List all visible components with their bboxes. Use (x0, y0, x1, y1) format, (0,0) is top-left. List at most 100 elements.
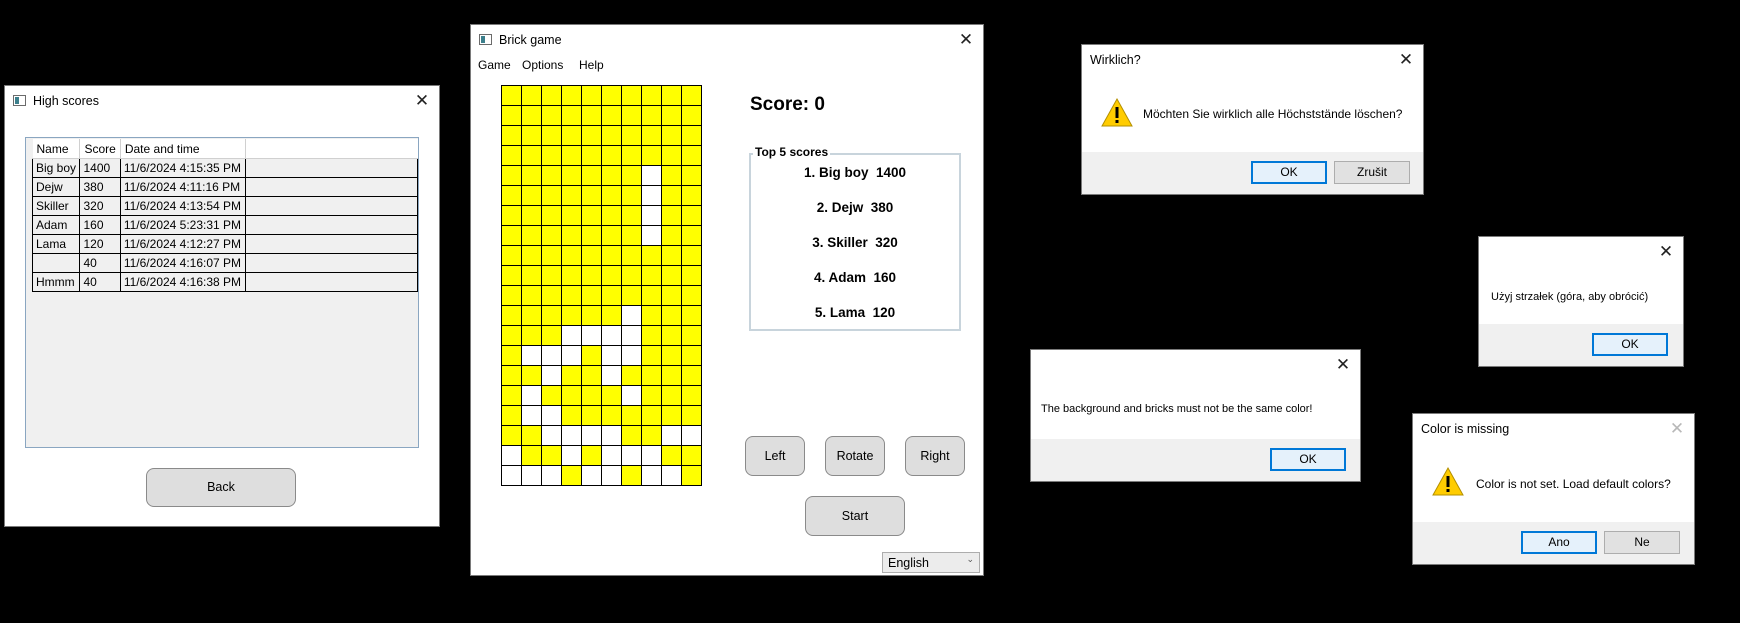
cancel-button[interactable]: Zrušit (1334, 161, 1410, 184)
brick-cell (682, 306, 702, 326)
app-icon (13, 95, 26, 106)
rotate-button[interactable]: Rotate (825, 436, 885, 476)
brick-cell (662, 366, 682, 386)
brick-cell (522, 366, 542, 386)
date-cell: 11/6/2024 4:11:16 PM (119, 177, 246, 197)
language-select[interactable]: English ⌄ (882, 552, 980, 573)
brick-cell (582, 346, 602, 366)
table-row[interactable]: Lama 120 11/6/2024 4:12:27 PM (31, 234, 419, 254)
brick-cell (622, 186, 642, 206)
brick-cell (622, 146, 642, 166)
close-icon[interactable]: ✕ (1395, 49, 1417, 71)
start-button[interactable]: Start (805, 496, 905, 536)
close-icon[interactable]: ✕ (1655, 241, 1677, 263)
close-icon[interactable]: ✕ (1332, 354, 1354, 376)
brick-cell (582, 226, 602, 246)
brick-cell (562, 386, 582, 406)
table-row[interactable]: 40 11/6/2024 4:16:07 PM (31, 253, 419, 273)
right-button[interactable]: Right (905, 436, 965, 476)
brick-cell (622, 246, 642, 266)
ok-button[interactable]: OK (1270, 448, 1346, 471)
brick-cell (642, 326, 662, 346)
close-icon[interactable]: ✕ (411, 90, 433, 112)
filler-cell (244, 215, 419, 235)
brick-cell (642, 126, 662, 146)
brick-cell (682, 346, 702, 366)
brick-cell (622, 266, 642, 286)
brick-cell (542, 186, 562, 206)
brick-cell (682, 86, 702, 106)
top5-entry-2: 2. Dejw 380 (816, 200, 894, 215)
brick-cell (662, 326, 682, 346)
score-cell: 40 (79, 253, 121, 273)
brick-cell (682, 126, 702, 146)
table-header-row: Name Score Date and time (32, 139, 418, 159)
brick-cell (622, 286, 642, 306)
brick-cell (642, 366, 662, 386)
brick-cell (662, 206, 682, 226)
brick-cell (542, 446, 562, 466)
brick-cell (502, 166, 522, 186)
score-cell: 160 (79, 215, 121, 235)
brick-cell (622, 226, 642, 246)
empty-cell (502, 466, 522, 486)
brick-cell (622, 466, 642, 486)
brick-game-window: Brick game ✕ Game Options Help Score: 0 … (470, 24, 984, 576)
column-header-score[interactable]: Score (79, 139, 121, 159)
empty-cell (662, 466, 682, 486)
brick-cell (582, 406, 602, 426)
left-button[interactable]: Left (745, 436, 805, 476)
table-row[interactable]: Skiller 320 11/6/2024 4:13:54 PM (31, 196, 419, 216)
no-button[interactable]: Ne (1604, 531, 1680, 554)
back-button[interactable]: Back (146, 468, 296, 507)
brick-cell (562, 266, 582, 286)
brick-cell (582, 186, 602, 206)
brick-cell (682, 186, 702, 206)
name-cell (31, 253, 81, 273)
date-cell: 11/6/2024 4:13:54 PM (119, 196, 246, 216)
ok-button[interactable]: OK (1592, 333, 1668, 356)
empty-cell (642, 206, 662, 226)
empty-cell (602, 326, 622, 346)
brick-cell (682, 466, 702, 486)
brick-cell (602, 286, 622, 306)
ok-button[interactable]: OK (1251, 161, 1327, 184)
brick-cell (662, 446, 682, 466)
filler-cell (244, 158, 419, 178)
brick-cell (502, 266, 522, 286)
dialog-message: Möchten Sie wirklich alle Höchststände l… (1143, 107, 1403, 121)
table-row[interactable]: Adam 160 11/6/2024 5:23:31 PM (31, 215, 419, 235)
brick-cell (542, 126, 562, 146)
table-row[interactable]: Dejw 380 11/6/2024 4:11:16 PM (31, 177, 419, 197)
menu-item-options[interactable]: Options (522, 58, 563, 72)
filler-cell (244, 253, 419, 273)
dialog-titlebar: Wirklich? ✕ (1082, 45, 1423, 75)
menu-item-game[interactable]: Game (478, 58, 511, 72)
brick-cell (562, 106, 582, 126)
brick-cell (562, 246, 582, 266)
brick-cell (602, 406, 622, 426)
brick-cell (502, 406, 522, 426)
yes-button[interactable]: Ano (1521, 531, 1597, 554)
brick-cell (562, 166, 582, 186)
brick-cell (562, 406, 582, 426)
high-scores-titlebar: High scores ✕ (5, 86, 439, 116)
brick-cell (622, 406, 642, 426)
column-header-date[interactable]: Date and time (120, 139, 246, 159)
table-row[interactable]: Hmmm 40 11/6/2024 4:16:38 PM (31, 272, 419, 292)
menu-item-help[interactable]: Help (579, 58, 604, 72)
brick-cell (622, 106, 642, 126)
column-header-filler (245, 139, 418, 159)
brick-cell (562, 86, 582, 106)
brick-cell (522, 86, 542, 106)
chevron-down-icon: ⌄ (966, 554, 974, 564)
dialog-footer: OK Zrušit (1082, 152, 1423, 194)
close-icon[interactable]: ✕ (955, 29, 977, 51)
dialog-title: Color is missing (1421, 422, 1510, 436)
brick-cell (542, 246, 562, 266)
brick-cell (562, 206, 582, 226)
table-row[interactable]: Big boy 1400 11/6/2024 4:15:35 PM (31, 158, 419, 178)
name-cell: Dejw (31, 177, 81, 197)
brick-cell (602, 146, 622, 166)
column-header-name[interactable]: Name (32, 139, 81, 159)
